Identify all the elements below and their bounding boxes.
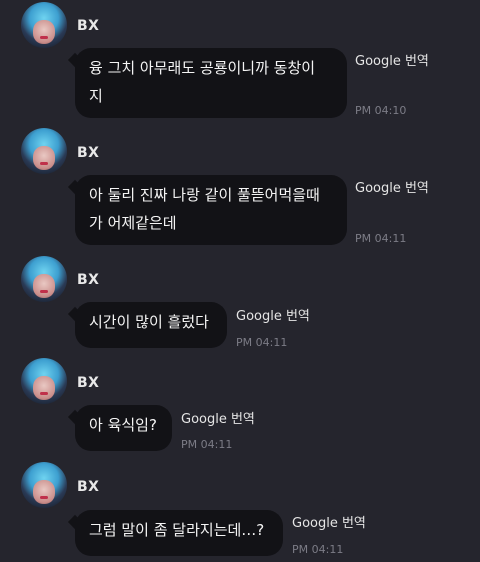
sender-name: BX [77,272,100,288]
message-bubble[interactable]: 그럼 말이 좀 달라지는데…? [75,510,283,556]
avatar[interactable] [21,358,67,404]
message-time: PM 04:11 [181,438,233,451]
google-translate-link[interactable]: Google 번역 [236,305,310,324]
message-bubble[interactable]: 시간이 많이 흘렀다 [75,302,227,348]
message-bubble[interactable]: 아 육식임? [75,405,172,451]
message-bubble[interactable]: 아 둘리 진짜 나랑 같이 풀뜯어먹을때 가 어제같은데 [75,175,347,245]
google-translate-link[interactable]: Google 번역 [355,50,429,69]
message-time: PM 04:10 [355,104,407,117]
message-time: PM 04:11 [292,543,344,556]
google-translate-link[interactable]: Google 번역 [292,512,366,531]
sender-name: BX [77,375,100,391]
google-translate-link[interactable]: Google 번역 [181,408,255,427]
avatar[interactable] [21,462,67,508]
avatar[interactable] [21,2,67,48]
message-time: PM 04:11 [355,232,407,245]
avatar[interactable] [21,128,67,174]
sender-name: BX [77,145,100,161]
avatar[interactable] [21,256,67,302]
sender-name: BX [77,479,100,495]
sender-name: BX [77,18,100,34]
message-bubble[interactable]: 융 그치 아무래도 공룡이니까 동창이 지 [75,48,347,118]
message-time: PM 04:11 [236,336,288,349]
google-translate-link[interactable]: Google 번역 [355,177,429,196]
